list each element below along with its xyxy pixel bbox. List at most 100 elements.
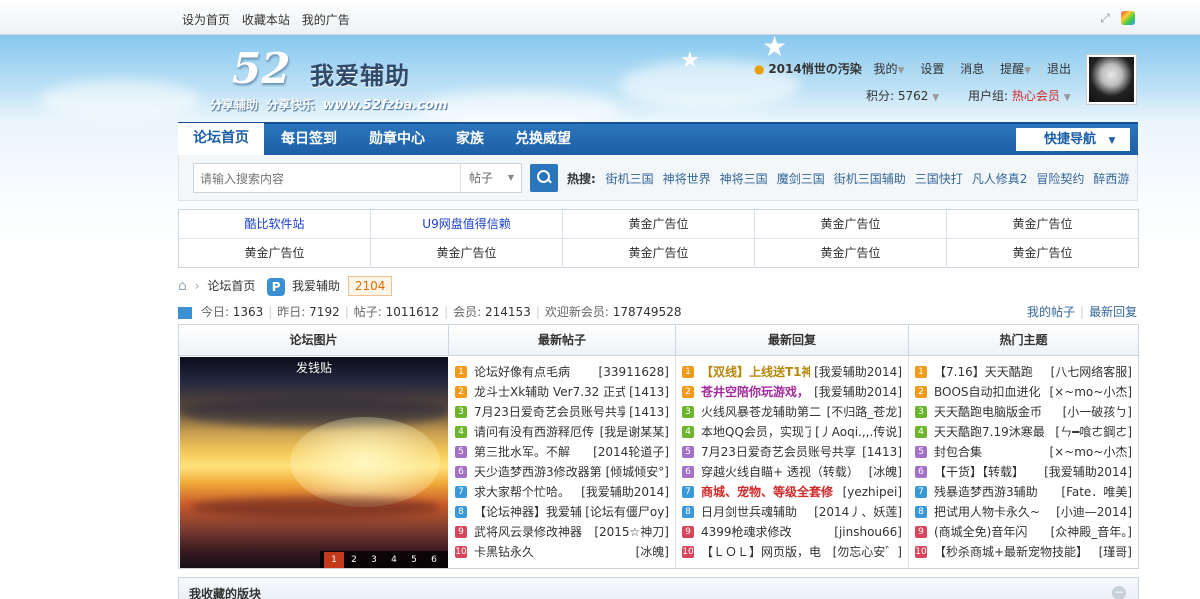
- new-reply-row[interactable]: 9 4399枪魂求修改 [jinshou66]: [676, 522, 908, 542]
- new-post-row[interactable]: 6 天少造梦西游3修改器第 [倾城倾安°]: [449, 462, 675, 482]
- new-reply-row[interactable]: 7 商城、宠物、等级全套修 [yezhipei]: [676, 482, 908, 502]
- thread-author[interactable]: [1413]: [629, 382, 669, 402]
- new-reply-row[interactable]: 8 日月剑世兵魂辅助 [2014丿、妖莲]: [676, 502, 908, 522]
- new-reply-row[interactable]: 10 【ＬＯＬ】网页版，电 [勿忘心安゛]: [676, 542, 908, 562]
- thread-title[interactable]: 火线风暴苍龙辅助第二: [701, 402, 821, 422]
- hot-link[interactable]: 神将三国: [720, 172, 768, 186]
- new-reply-row[interactable]: 5 7月23日爱奇艺会员账号共享 [1413]: [676, 442, 908, 462]
- thread-title[interactable]: 天天酷跑电脑版金币: [934, 402, 1042, 422]
- ad-slot[interactable]: 黄金广告位: [947, 239, 1138, 268]
- set-homepage-link[interactable]: 设为首页: [182, 13, 230, 27]
- slider-page[interactable]: 2: [344, 552, 364, 568]
- hot-link[interactable]: 神将世界: [663, 172, 711, 186]
- breadcrumb-forum[interactable]: 我爱辅助: [292, 279, 340, 293]
- thread-title[interactable]: 论坛好像有点毛病: [474, 362, 570, 382]
- tab-daily-checkin[interactable]: 每日签到: [266, 124, 352, 155]
- thread-title[interactable]: (商城全免)音年闪: [934, 522, 1027, 542]
- thread-author[interactable]: [瑾哥]: [1099, 542, 1132, 562]
- new-post-row[interactable]: 4 请问有没有西游释厄传 [我是谢某某]: [449, 422, 675, 442]
- thread-author[interactable]: [冰魄]: [636, 542, 669, 562]
- thread-title[interactable]: 商城、宠物、等级全套修: [701, 482, 833, 502]
- new-post-row[interactable]: 10 卡黑钻永久 [冰魄]: [449, 542, 675, 562]
- thread-title[interactable]: 卡黑钻永久: [474, 542, 534, 562]
- latest-replies-link[interactable]: 最新回复: [1089, 305, 1137, 319]
- ad-slot[interactable]: 黄金广告位: [371, 239, 563, 268]
- quick-nav-button[interactable]: 快捷导航 ▼: [1016, 128, 1130, 151]
- thread-title[interactable]: 【秒杀商城+最新宠物技能】: [934, 542, 1088, 562]
- thread-title[interactable]: 天少造梦西游3修改器第: [474, 462, 602, 482]
- tab-medal-center[interactable]: 勋章中心: [354, 124, 440, 155]
- hot-topic-row[interactable]: 9 (商城全免)音年闪 [众神殿_音年。]: [909, 522, 1138, 542]
- menu-messages[interactable]: 消息: [960, 62, 984, 76]
- ad-slot[interactable]: 黄金广告位: [755, 210, 947, 239]
- hot-link[interactable]: 三国快打: [915, 172, 963, 186]
- hot-topic-row[interactable]: 10 【秒杀商城+最新宠物技能】 [瑾哥]: [909, 542, 1138, 562]
- thread-author[interactable]: [×~mo~小杰]: [1049, 442, 1132, 462]
- thread-author[interactable]: [小一破孩ㄅ]: [1063, 402, 1132, 422]
- hot-topic-row[interactable]: 1 【7.16】天天酷跑 [八七网络客服]: [909, 362, 1138, 382]
- thread-title[interactable]: 请问有没有西游释厄传: [474, 422, 594, 442]
- new-post-row[interactable]: 1 论坛好像有点毛病 [33911628]: [449, 362, 675, 382]
- new-post-row[interactable]: 7 求大家帮个忙哈。 [我爱辅助2014]: [449, 482, 675, 502]
- hot-topic-row[interactable]: 6 【干货】【转载】 [我爱辅助2014]: [909, 462, 1138, 482]
- thread-author[interactable]: [1413]: [629, 402, 669, 422]
- user-points[interactable]: 积分: 5762 ▼: [866, 87, 939, 104]
- thread-author[interactable]: [勿忘心安゛]: [833, 542, 902, 562]
- slider-page[interactable]: 5: [404, 552, 424, 568]
- thread-title[interactable]: BOOS自动扣血进化: [934, 382, 1041, 402]
- logo-number[interactable]: 52: [232, 44, 290, 93]
- slider-page[interactable]: 3: [364, 552, 384, 568]
- tab-forum-home[interactable]: 论坛首页: [178, 123, 264, 156]
- hot-link[interactable]: 街机三国: [606, 172, 654, 186]
- slider-caption[interactable]: 发钱贴: [180, 359, 448, 376]
- ad-slot[interactable]: 酷比软件站: [179, 210, 371, 239]
- ad-slot[interactable]: 黄金广告位: [179, 239, 371, 268]
- new-post-row[interactable]: 2 龙斗士Xk辅助 Ver7.32 正式 [1413]: [449, 382, 675, 402]
- colorful-app-icon[interactable]: [1121, 11, 1135, 25]
- tab-family[interactable]: 家族: [442, 124, 498, 155]
- new-reply-row[interactable]: 1 【双线】上线送T1神 [我爱辅助2014]: [676, 362, 908, 382]
- logo-name[interactable]: 我爱辅助: [310, 56, 410, 91]
- thread-author[interactable]: [ㄣ━喰ㄜ鋼ㄜ]: [1055, 422, 1132, 442]
- thread-author[interactable]: [1413]: [862, 442, 902, 462]
- thread-author[interactable]: [我爱辅助2014]: [581, 482, 669, 502]
- new-reply-row[interactable]: 2 苍井空陪你玩游戏， [我爱辅助2014]: [676, 382, 908, 402]
- thread-author[interactable]: [我爱辅助2014]: [1044, 462, 1132, 482]
- thread-author[interactable]: [我爱辅助2014]: [814, 362, 902, 382]
- thread-author[interactable]: [众神殿_音年。]: [1051, 522, 1132, 542]
- slider-page[interactable]: 6: [424, 552, 444, 568]
- thread-author[interactable]: [八七网络客服]: [1051, 362, 1132, 382]
- thread-author[interactable]: [冰魄]: [869, 462, 902, 482]
- thread-title[interactable]: 第三批水军。不解: [474, 442, 570, 462]
- thread-title[interactable]: 【双线】上线送T1神: [701, 362, 810, 382]
- menu-reminders[interactable]: 提醒: [1000, 62, 1024, 76]
- ad-slot[interactable]: 黄金广告位: [755, 239, 947, 268]
- hot-link[interactable]: 醉西游: [1093, 172, 1129, 186]
- search-button[interactable]: [530, 164, 558, 192]
- slider-page[interactable]: 1: [324, 552, 344, 568]
- thread-author[interactable]: [我是谢某某]: [600, 422, 669, 442]
- thread-title[interactable]: 残暴造梦西游3辅助: [934, 482, 1038, 502]
- hot-link[interactable]: 凡人修真2: [972, 172, 1028, 186]
- thread-author[interactable]: [丿Aoqi.,,.传说]: [815, 422, 902, 442]
- search-input[interactable]: [200, 170, 456, 188]
- thread-author[interactable]: [2015☆神刀]: [594, 522, 669, 542]
- menu-logout[interactable]: 退出: [1047, 62, 1071, 76]
- new-reply-row[interactable]: 6 穿越火线自瞄+ 透视（转载） [冰魄]: [676, 462, 908, 482]
- thread-title[interactable]: 苍井空陪你玩游戏，: [701, 382, 809, 402]
- thread-author[interactable]: [不归路_苍龙]: [827, 402, 902, 422]
- thread-author[interactable]: [2014丿、妖莲]: [814, 502, 902, 522]
- ad-slot[interactable]: 黄金广告位: [947, 210, 1138, 239]
- hot-topic-row[interactable]: 4 天天酷跑7.19沐寒最 [ㄣ━喰ㄜ鋼ㄜ]: [909, 422, 1138, 442]
- my-posts-link[interactable]: 我的帖子: [1027, 305, 1075, 319]
- new-post-row[interactable]: 3 7月23日爱奇艺会员账号共享 [1413]: [449, 402, 675, 422]
- hot-topic-row[interactable]: 7 残暴造梦西游3辅助 [Fate．唯美]: [909, 482, 1138, 502]
- hot-link[interactable]: 冒险契约: [1036, 172, 1084, 186]
- search-type-select[interactable]: 帖子 ▼: [460, 164, 522, 192]
- thread-title[interactable]: 本地QQ会员，实现了: [701, 422, 811, 442]
- thread-title[interactable]: 封包合集: [934, 442, 982, 462]
- new-post-row[interactable]: 8 【论坛神器】我爱辅 [论坛有僵尸oy]: [449, 502, 675, 522]
- my-ads-link[interactable]: 我的广告: [302, 13, 350, 27]
- expand-icon[interactable]: ⤢: [1098, 11, 1112, 25]
- menu-settings[interactable]: 设置: [920, 62, 944, 76]
